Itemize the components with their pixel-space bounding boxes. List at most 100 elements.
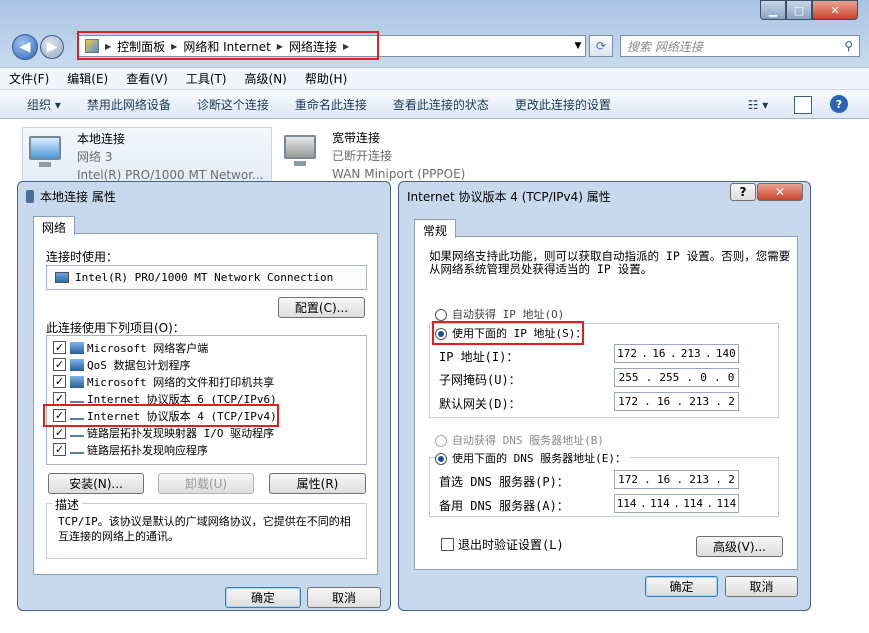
list-item[interactable]: ✓ QoS 数据包计划程序 bbox=[53, 356, 191, 373]
menu-advanced[interactable]: 高级(N) bbox=[236, 70, 296, 87]
help-button[interactable]: ? bbox=[730, 183, 756, 201]
cancel-button[interactable]: 取消 bbox=[725, 576, 798, 597]
adapter-field: Intel(R) PRO/1000 MT Network Connection bbox=[46, 265, 367, 290]
list-item[interactable]: ✓ Microsoft 网络客户端 bbox=[53, 339, 208, 356]
list-item[interactable]: ✓ Microsoft 网络的文件和打印机共享 bbox=[53, 373, 274, 390]
subnet-mask-label: 子网掩码(U)： bbox=[439, 373, 521, 387]
checkbox-unchecked-icon[interactable] bbox=[441, 538, 454, 551]
gateway-input[interactable]: 172. 16. 213. 2 bbox=[614, 392, 739, 411]
description-text: TCP/IP。该协议是默认的广域网络协议，它提供在不同的相互连接的网络上的通讯。 bbox=[58, 515, 351, 543]
close-button[interactable]: ✕ bbox=[812, 0, 858, 20]
search-input[interactable]: 搜索 网络连接 ⚲ bbox=[620, 35, 860, 57]
dialog-title: 本地连接 属性 bbox=[26, 188, 116, 205]
connect-using-label: 连接时使用： bbox=[46, 250, 119, 264]
checkbox-checked-icon[interactable]: ✓ bbox=[53, 426, 66, 439]
view-status-button[interactable]: 查看此连接的状态 bbox=[380, 96, 502, 113]
ip-address-input[interactable]: 172. 16. 213. 140 bbox=[614, 344, 739, 363]
dialog-title-text: Internet 协议版本 4 (TCP/IPv4) 属性 bbox=[407, 190, 611, 204]
close-button[interactable]: ✕ bbox=[757, 183, 803, 201]
connection-status: 已断开连接 bbox=[332, 149, 393, 163]
octet: 16 bbox=[652, 347, 666, 360]
validate-label: 退出时验证设置(L) bbox=[458, 538, 564, 552]
install-button[interactable]: 安装(N)... bbox=[48, 473, 144, 494]
gateway-label: 默认网关(D)： bbox=[439, 397, 521, 411]
components-list: ✓ Microsoft 网络客户端 ✓ QoS 数据包计划程序 ✓ Microsoft… bbox=[46, 335, 367, 465]
cancel-button[interactable]: 取消 bbox=[307, 587, 381, 608]
octet: 140 bbox=[715, 347, 736, 360]
search-icon: ⚲ bbox=[844, 39, 853, 53]
rename-button[interactable]: 重命名此连接 bbox=[282, 96, 380, 113]
subnet-mask-input[interactable]: 255. 255. 0. 0 bbox=[614, 368, 739, 387]
ipv4-item-highlight-box bbox=[43, 404, 279, 427]
alternate-dns-input[interactable]: 114. 114. 114. 114 bbox=[614, 494, 739, 513]
tab-general[interactable]: 常规 bbox=[414, 219, 457, 238]
advanced-button[interactable]: 高级(V)... bbox=[696, 536, 783, 557]
octet: 16 bbox=[657, 473, 671, 486]
octet: 255 bbox=[618, 371, 639, 384]
menu-tools[interactable]: 工具(T) bbox=[177, 70, 236, 87]
close-icon: ✕ bbox=[830, 3, 840, 17]
maximize-icon: □ bbox=[793, 3, 805, 17]
menu-help[interactable]: 帮助(H) bbox=[296, 70, 356, 87]
view-options-icon[interactable]: ☷ ▾ bbox=[740, 96, 776, 114]
item-label: QoS 数据包计划程序 bbox=[87, 358, 191, 372]
help-icon[interactable]: ? bbox=[830, 95, 848, 113]
network-service-icon bbox=[70, 358, 84, 371]
checkbox-checked-icon[interactable]: ✓ bbox=[53, 375, 66, 388]
checkbox-checked-icon[interactable]: ✓ bbox=[53, 341, 66, 354]
item-label: Microsoft 网络客户端 bbox=[87, 341, 209, 355]
preview-pane-icon[interactable] bbox=[794, 96, 812, 114]
auto-ip-radio[interactable]: 自动获得 IP 地址(O) bbox=[435, 306, 569, 322]
validate-checkbox[interactable]: 退出时验证设置(L) bbox=[441, 536, 564, 553]
protocol-icon bbox=[70, 446, 84, 454]
back-button[interactable]: ◀ bbox=[12, 34, 38, 60]
list-item[interactable]: ✓ 链路层拓扑发现响应程序 bbox=[53, 441, 208, 458]
minimize-button[interactable]: ▁ bbox=[760, 0, 786, 20]
octet: 172 bbox=[618, 473, 638, 486]
checkbox-checked-icon[interactable]: ✓ bbox=[53, 358, 66, 371]
manual-dns-radio[interactable]: 使用下面的 DNS 服务器地址(E)： bbox=[435, 450, 630, 466]
organize-button[interactable]: 组织 ▾ bbox=[0, 96, 74, 113]
ok-button[interactable]: 确定 bbox=[645, 576, 718, 597]
disable-device-button[interactable]: 禁用此网络设备 bbox=[74, 96, 184, 113]
menu-edit[interactable]: 编辑(E) bbox=[58, 70, 117, 87]
radio-on-icon[interactable] bbox=[435, 452, 447, 465]
auto-dns-label: 自动获得 DNS 服务器地址(B) bbox=[452, 434, 604, 447]
octet: 213 bbox=[680, 347, 701, 360]
ok-button[interactable]: 确定 bbox=[225, 587, 301, 608]
manual-ip-highlight-box bbox=[432, 321, 584, 345]
search-placeholder: 搜索 网络连接 bbox=[627, 39, 703, 54]
octet: 114 bbox=[649, 497, 670, 510]
dialog-title-text: 本地连接 属性 bbox=[40, 190, 116, 204]
radio-disabled-icon bbox=[435, 434, 447, 447]
item-label: 链路层拓扑发现响应程序 bbox=[87, 443, 208, 457]
tab-network[interactable]: 网络 bbox=[33, 216, 76, 235]
description-label: 描述 bbox=[52, 496, 83, 513]
ipv4-properties-dialog: Internet 协议版本 4 (TCP/IPv4) 属性 ? ✕ 常规 如果网… bbox=[398, 181, 811, 611]
preferred-dns-input[interactable]: 172. 16. 213. 2 bbox=[614, 470, 739, 489]
configure-button[interactable]: 配置(C)... bbox=[278, 297, 365, 318]
arrow-right-icon: ▶ bbox=[46, 39, 58, 55]
change-settings-button[interactable]: 更改此连接的设置 bbox=[502, 96, 624, 113]
menu-file[interactable]: 文件(F) bbox=[0, 70, 58, 87]
ip-address-label: IP 地址(I)： bbox=[439, 350, 519, 364]
refresh-button[interactable]: ⟳ bbox=[589, 35, 613, 57]
connection-local[interactable]: 本地连接 网络 3 Intel(R) PRO/1000 MT Networ... bbox=[22, 127, 272, 185]
octet: 255 bbox=[659, 371, 680, 384]
address-dropdown-button[interactable]: ▼ bbox=[570, 36, 586, 56]
diagnose-button[interactable]: 诊断这个连接 bbox=[184, 96, 282, 113]
minimize-icon: ▁ bbox=[768, 3, 778, 17]
network-plug-icon bbox=[26, 190, 34, 203]
maximize-button[interactable]: □ bbox=[786, 0, 812, 20]
local-connection-properties-dialog: 本地连接 属性 网络 连接时使用： Intel(R) PRO/1000 MT N… bbox=[17, 181, 391, 611]
auto-dns-radio: 自动获得 DNS 服务器地址(B) bbox=[435, 432, 604, 448]
properties-button[interactable]: 属性(R) bbox=[269, 473, 366, 494]
menu-view[interactable]: 查看(V) bbox=[117, 70, 177, 87]
radio-off-icon[interactable] bbox=[435, 308, 447, 321]
connection-broadband[interactable]: 宽带连接 已断开连接 WAN Miniport (PPPOE) bbox=[278, 127, 518, 185]
forward-button[interactable]: ▶ bbox=[40, 35, 64, 59]
help-icon: ? bbox=[739, 185, 747, 199]
address-highlight-box bbox=[77, 31, 379, 60]
items-label: 此连接使用下列项目(O)： bbox=[46, 321, 185, 335]
checkbox-checked-icon[interactable]: ✓ bbox=[53, 443, 66, 456]
